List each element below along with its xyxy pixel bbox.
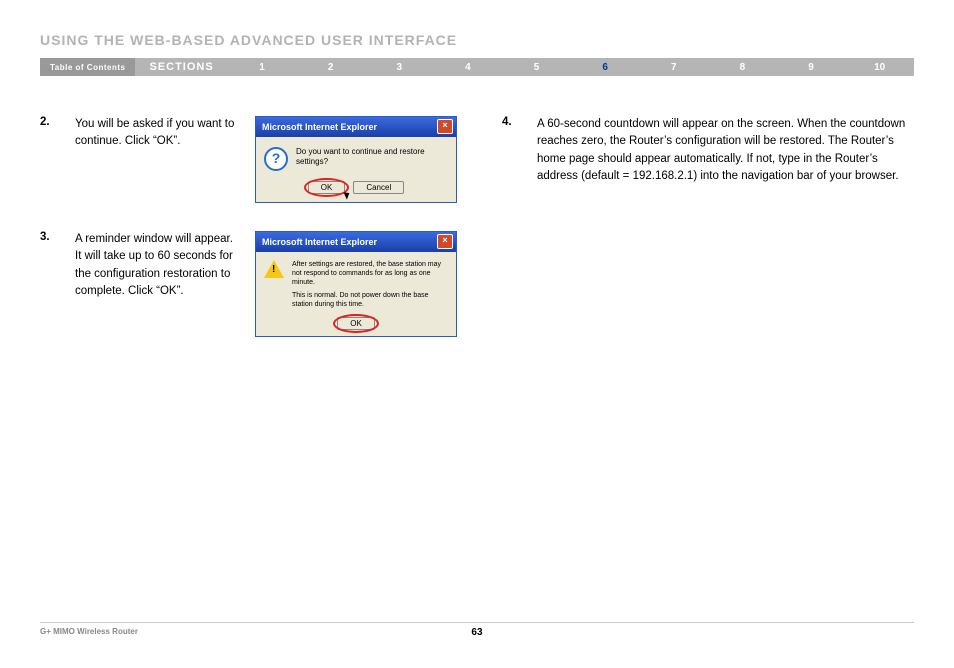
footer-product-name: G+ MIMO Wireless Router bbox=[40, 627, 331, 638]
question-icon: ? bbox=[264, 147, 288, 171]
section-link-9[interactable]: 9 bbox=[777, 58, 846, 76]
page-heading: USING THE WEB-BASED ADVANCED USER INTERF… bbox=[40, 32, 914, 48]
page-footer: G+ MIMO Wireless Router 63 bbox=[40, 622, 914, 638]
page-number: 63 bbox=[331, 627, 622, 638]
dialog-message-line1: After settings are restored, the base st… bbox=[292, 260, 448, 287]
close-icon[interactable]: × bbox=[437, 119, 453, 134]
sections-label: SECTIONS bbox=[135, 58, 227, 76]
section-link-8[interactable]: 8 bbox=[708, 58, 777, 76]
cancel-button[interactable]: Cancel bbox=[353, 181, 404, 194]
ok-button[interactable]: OK bbox=[337, 317, 375, 330]
step-text-2: You will be asked if you want to continu… bbox=[75, 116, 235, 151]
ok-button[interactable]: OK bbox=[308, 181, 346, 194]
section-link-4[interactable]: 4 bbox=[434, 58, 503, 76]
section-link-10[interactable]: 10 bbox=[845, 58, 914, 76]
section-link-2[interactable]: 2 bbox=[296, 58, 365, 76]
dialog-title: Microsoft Internet Explorer bbox=[262, 122, 377, 132]
dialog-reminder: Microsoft Internet Explorer × After sett… bbox=[255, 231, 457, 337]
section-link-7[interactable]: 7 bbox=[639, 58, 708, 76]
dialog-message: Do you want to continue and restore sett… bbox=[296, 147, 448, 168]
dialog-title: Microsoft Internet Explorer bbox=[262, 237, 377, 247]
step-text-3: A reminder window will appear. It will t… bbox=[75, 231, 235, 300]
dialog-message-line2: This is normal. Do not power down the ba… bbox=[292, 291, 448, 309]
step-number-4: 4. bbox=[502, 116, 517, 128]
section-navbar: Table of Contents SECTIONS 12345678910 bbox=[40, 58, 914, 76]
dialog-titlebar: Microsoft Internet Explorer × bbox=[256, 117, 456, 137]
step-number-2: 2. bbox=[40, 116, 55, 128]
toc-link[interactable]: Table of Contents bbox=[40, 58, 135, 76]
step-number-3: 3. bbox=[40, 231, 55, 243]
section-link-1[interactable]: 1 bbox=[228, 58, 297, 76]
sections-list: 12345678910 bbox=[228, 58, 914, 76]
step-text-4: A 60-second countdown will appear on the… bbox=[537, 116, 914, 185]
section-link-5[interactable]: 5 bbox=[502, 58, 571, 76]
dialog-titlebar: Microsoft Internet Explorer × bbox=[256, 232, 456, 252]
dialog-continue: Microsoft Internet Explorer × ? Do you w… bbox=[255, 116, 457, 203]
section-link-6[interactable]: 6 bbox=[571, 58, 640, 76]
close-icon[interactable]: × bbox=[437, 234, 453, 249]
section-link-3[interactable]: 3 bbox=[365, 58, 434, 76]
warning-icon bbox=[264, 260, 284, 278]
